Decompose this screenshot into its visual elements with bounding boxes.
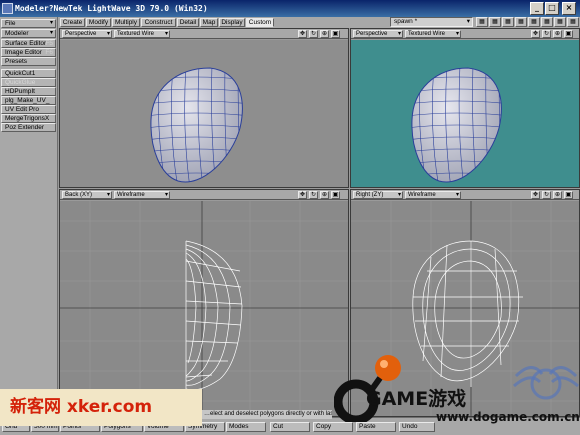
layer-icon[interactable]: ▦ (502, 17, 514, 27)
winged-emblem-icon (513, 366, 579, 400)
tab-display[interactable]: Display (219, 18, 245, 27)
quickglue-button: QuickGlue (1, 78, 56, 87)
copy-button[interactable]: Copy (313, 422, 353, 432)
egg-mesh-shaded (150, 67, 243, 183)
tools-sidebar: File Modeler Surface EditorF5 Image Edit… (0, 17, 58, 417)
tab-construct[interactable]: Construct (141, 18, 176, 27)
maximize-view-icon[interactable]: ▣ (331, 191, 340, 199)
tab-custom[interactable]: Custom (246, 18, 274, 27)
undo-button[interactable]: Undo (399, 422, 435, 432)
tab-modify[interactable]: Modify (86, 18, 111, 27)
make-uv-button[interactable]: plg_Make_UV_ (1, 96, 56, 105)
zoom-view-icon[interactable]: ⊕ (553, 30, 562, 38)
maximize-view-icon[interactable]: ▣ (564, 191, 573, 199)
axis-label: (ZY) (371, 192, 384, 198)
title-bar[interactable]: Modeler?NewTek LightWave 3D 79.0 (Win32)… (0, 0, 580, 17)
layer-icon[interactable]: ▦ (528, 17, 540, 27)
quickcut-button[interactable]: QuickCut1 (1, 69, 56, 78)
render-mode-select[interactable]: Textured Wire (114, 30, 170, 38)
spawn-select[interactable]: spawn * (390, 17, 473, 27)
move-view-icon[interactable]: ✥ (531, 191, 540, 199)
move-view-icon[interactable]: ✥ (531, 30, 540, 38)
viewport-canvas[interactable] (60, 201, 348, 416)
rotate-view-icon[interactable]: ↻ (309, 30, 318, 38)
maximize-view-icon[interactable]: ▣ (331, 30, 340, 38)
maximize-view-icon[interactable]: ▣ (564, 30, 573, 38)
view-type-select[interactable]: Back (XY) (62, 191, 112, 199)
shortcut-label: F6 (45, 49, 53, 56)
close-button[interactable]: × (562, 2, 576, 15)
app-icon[interactable] (2, 3, 13, 14)
view-type-select[interactable]: Perspective (62, 30, 112, 38)
viewport-header: Back (XY) Wireframe ✥ ↻ ⊕ ▣ (60, 190, 348, 200)
view-name: Back (65, 192, 79, 198)
viewport-perspective-right[interactable]: Perspective Textured Wire ✥ ↻ ⊕ ▣ (350, 28, 580, 188)
file-menu[interactable]: File (1, 19, 56, 28)
layer-icon[interactable]: ▦ (515, 17, 527, 27)
uv-edit-pro-button[interactable]: UV Edit Pro (1, 105, 56, 114)
viewport-back[interactable]: Back (XY) Wireframe ✥ ↻ ⊕ ▣ (59, 189, 349, 417)
rotate-view-icon[interactable]: ↻ (542, 30, 551, 38)
dogame-url-watermark: www.dogame.com.cn (436, 410, 580, 424)
shortcut-label: F5 (45, 40, 53, 47)
egg-mesh-shaded (411, 67, 502, 183)
poz-extender-button[interactable]: Poz Extender (1, 123, 56, 132)
modes-select[interactable]: Modes (226, 422, 266, 432)
layer-icon[interactable]: ▦ (476, 17, 488, 27)
tab-multiply[interactable]: Multiply (112, 18, 140, 27)
layer-icon[interactable]: ▦ (541, 17, 553, 27)
wireframe-back-view (60, 201, 348, 416)
layer-icon[interactable]: ▦ (567, 17, 579, 27)
layer-icon[interactable]: ▦ (489, 17, 501, 27)
move-view-icon[interactable]: ✥ (298, 30, 307, 38)
render-mode-select[interactable]: Wireframe (405, 191, 461, 199)
zoom-view-icon[interactable]: ⊕ (553, 191, 562, 199)
window-title: Modeler?NewTek LightWave 3D 79.0 (Win32) (15, 4, 208, 13)
layer-icon[interactable]: ▦ (554, 17, 566, 27)
tab-create[interactable]: Create (60, 18, 85, 27)
xker-watermark: 新客网 xker.com (0, 389, 202, 426)
view-type-select[interactable]: Perspective (353, 30, 403, 38)
hdpumpit-button[interactable]: HDPumpIt (1, 87, 56, 96)
modeler-menu[interactable]: Modeler (1, 29, 56, 38)
paste-button[interactable]: Paste (356, 422, 396, 432)
viewport-header: Right (ZY) Wireframe ✥ ↻ ⊕ ▣ (351, 190, 579, 200)
render-mode-select[interactable]: Textured Wire (405, 30, 461, 38)
tab-map[interactable]: Map (200, 18, 218, 27)
button-label: Surface Editor (5, 40, 47, 47)
tab-detail[interactable]: Detail (177, 18, 199, 27)
axis-label: (XY) (80, 192, 93, 198)
minimize-button[interactable]: _ (530, 2, 544, 15)
cut-button[interactable]: Cut (270, 422, 310, 432)
image-editor-button[interactable]: Image Editor F6 (1, 48, 56, 57)
viewport-header: Perspective Textured Wire ✥ ↻ ⊕ ▣ (351, 29, 579, 39)
zoom-view-icon[interactable]: ⊕ (320, 191, 329, 199)
merge-trigons-button[interactable]: MergeTrigonsX (1, 114, 56, 123)
viewport-canvas[interactable] (351, 40, 579, 187)
maximize-button[interactable]: □ (545, 2, 559, 15)
status-hint: …elect and deselect polygons directly or… (202, 410, 332, 419)
zoom-view-icon[interactable]: ⊕ (320, 30, 329, 38)
rotate-view-icon[interactable]: ↻ (542, 191, 551, 199)
viewport-perspective-left[interactable]: Perspective Textured Wire ✥ ↻ ⊕ ▣ (59, 28, 349, 188)
presets-button[interactable]: Presets (1, 57, 56, 66)
viewport-canvas[interactable] (60, 40, 348, 187)
move-view-icon[interactable]: ✥ (298, 191, 307, 199)
rotate-view-icon[interactable]: ↻ (309, 191, 318, 199)
surface-editor-button[interactable]: Surface Editor F5 (1, 39, 56, 48)
view-type-select[interactable]: Right (ZY) (353, 191, 403, 199)
viewport-header: Perspective Textured Wire ✥ ↻ ⊕ ▣ (60, 29, 348, 39)
game-watermark: GAME游戏 (366, 388, 467, 410)
render-mode-select[interactable]: Wireframe (114, 191, 170, 199)
button-label: Image Editor (5, 49, 42, 56)
view-name: Right (356, 192, 371, 198)
